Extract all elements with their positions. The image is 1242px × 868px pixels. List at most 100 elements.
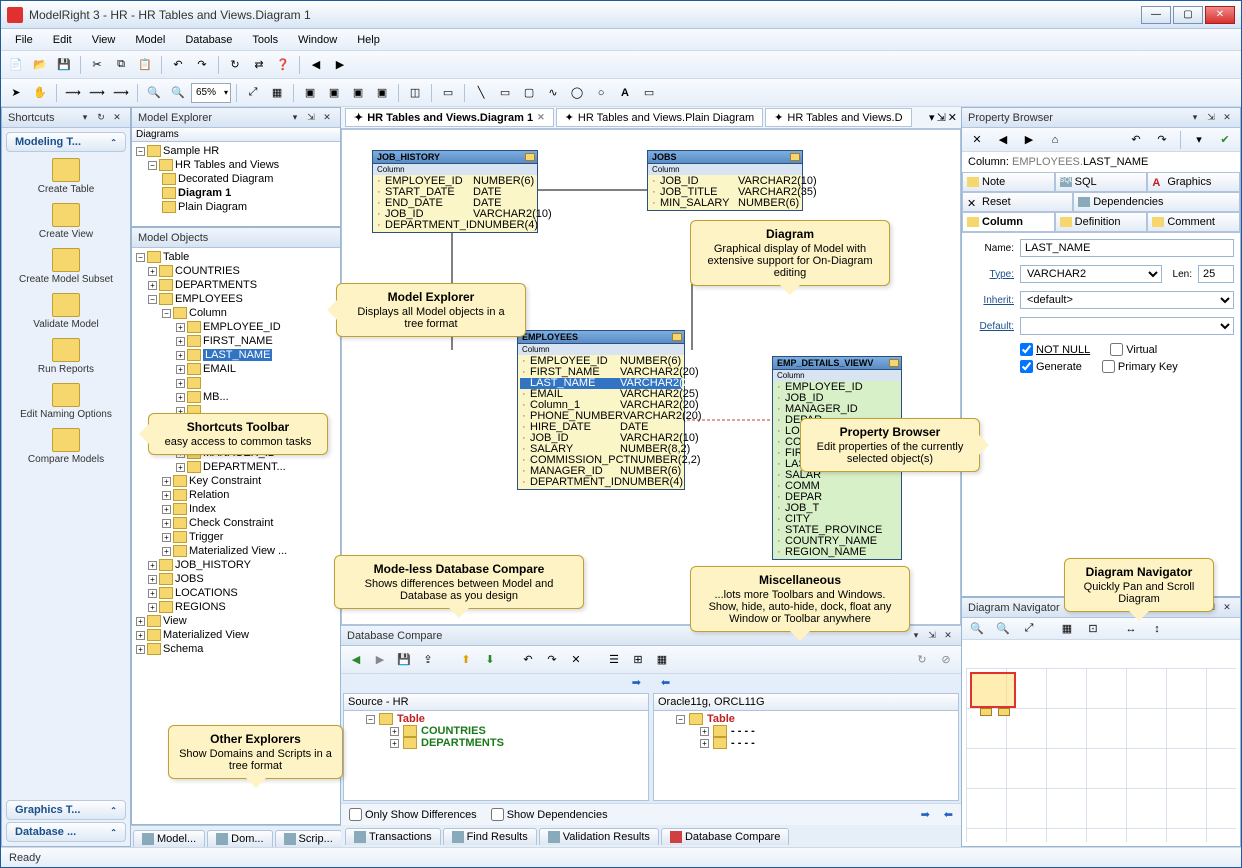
close-icon[interactable]: ✕ bbox=[537, 112, 545, 123]
shortcut-item[interactable]: Compare Models bbox=[6, 424, 126, 469]
shortcuts-cat-database[interactable]: Database ... bbox=[6, 822, 126, 842]
tree-node[interactable]: +View bbox=[134, 614, 338, 628]
text-icon[interactable]: A bbox=[614, 82, 636, 104]
layer-front-icon[interactable]: ▣ bbox=[299, 82, 321, 104]
tree-node[interactable]: +DEPARTMENT... bbox=[134, 460, 338, 474]
center-icon[interactable]: ⊡ bbox=[1082, 618, 1104, 640]
tab-scripts[interactable]: Scrip... bbox=[275, 830, 342, 847]
tree-node[interactable]: +FIRST_NAME bbox=[134, 334, 338, 348]
maximize-button[interactable]: ▢ bbox=[1173, 6, 1203, 24]
pin-icon[interactable]: ⇲ bbox=[304, 111, 318, 125]
pointer-icon[interactable]: ➤ bbox=[5, 82, 27, 104]
tree-node[interactable]: +Materialized View bbox=[134, 628, 338, 642]
arrow-left-icon[interactable]: ⬅ bbox=[661, 676, 670, 689]
len-input[interactable] bbox=[1198, 265, 1234, 283]
menu-help[interactable]: Help bbox=[347, 32, 390, 48]
grid-icon[interactable]: ▦ bbox=[1056, 618, 1078, 640]
line-icon[interactable]: ╲ bbox=[470, 82, 492, 104]
entity-jobs[interactable]: JOBSColumnJOB_IDVARCHAR2(10)JOB_TITLEVAR… bbox=[647, 150, 803, 211]
type-select[interactable]: VARCHAR2 bbox=[1020, 265, 1162, 283]
tree-node[interactable]: +Index bbox=[134, 502, 338, 516]
zoom-combo[interactable]: 65% bbox=[191, 83, 231, 103]
shortcuts-cat-graphics[interactable]: Graphics T... bbox=[6, 800, 126, 820]
shortcut-item[interactable]: Create Model Subset bbox=[6, 244, 126, 289]
diagram-canvas[interactable]: JOB_HISTORYColumnEMPLOYEE_IDNUMBER(6)STA… bbox=[341, 129, 961, 625]
redo-icon[interactable]: ↷ bbox=[1151, 129, 1173, 151]
circle-icon[interactable]: ○ bbox=[590, 82, 612, 104]
arrow-right-icon[interactable]: ➡ bbox=[921, 808, 930, 821]
tree-node[interactable]: +EMAIL bbox=[134, 362, 338, 376]
nav-forward-icon[interactable]: ▶ bbox=[371, 651, 389, 669]
export-icon[interactable]: ⇪ bbox=[419, 651, 437, 669]
paste-icon[interactable]: 📋 bbox=[134, 54, 156, 76]
tree-node[interactable]: +Check Constraint bbox=[134, 516, 338, 530]
zoom-in-icon[interactable]: 🔍 bbox=[966, 618, 988, 640]
shortcut-item[interactable]: Create View bbox=[6, 199, 126, 244]
close-icon[interactable]: ✕ bbox=[1220, 111, 1234, 125]
save-icon[interactable]: 💾 bbox=[53, 54, 75, 76]
tree-node[interactable]: +Trigger bbox=[134, 530, 338, 544]
palette-icon[interactable]: ▭ bbox=[437, 82, 459, 104]
tree-diagram[interactable]: Plain Diagram bbox=[134, 200, 338, 214]
layer-up-icon[interactable]: ▣ bbox=[347, 82, 369, 104]
reverse-icon[interactable]: ⇄ bbox=[248, 54, 270, 76]
diagram-tab[interactable]: ✦HR Tables and Views.Plain Diagram bbox=[556, 108, 764, 127]
grid-icon[interactable]: ▦ bbox=[266, 82, 288, 104]
menu-file[interactable]: File bbox=[5, 32, 43, 48]
chevron-down-icon[interactable]: ▾ bbox=[909, 629, 923, 643]
prop-tab-definition[interactable]: Definition bbox=[1055, 212, 1148, 232]
tree-node[interactable]: +Key Constraint bbox=[134, 474, 338, 488]
zoom-in-icon[interactable]: 🔍 bbox=[143, 82, 165, 104]
shortcut-item[interactable]: Run Reports bbox=[6, 334, 126, 379]
entity-job_history[interactable]: JOB_HISTORYColumnEMPLOYEE_IDNUMBER(6)STA… bbox=[372, 150, 538, 233]
zoom-out-icon[interactable]: 🔍 bbox=[992, 618, 1014, 640]
tab-transactions[interactable]: Transactions bbox=[345, 828, 441, 845]
redo-icon[interactable]: ↷ bbox=[543, 651, 561, 669]
image-icon[interactable]: ▭ bbox=[638, 82, 660, 104]
diagram-tab[interactable]: ✦HR Tables and Views.D bbox=[765, 108, 911, 127]
cmp-row[interactable]: +DEPARTMENTS bbox=[348, 737, 644, 749]
tree-node[interactable]: +Materialized View ... bbox=[134, 544, 338, 558]
tree-diagram[interactable]: Diagram 1 bbox=[134, 186, 338, 200]
rect-icon[interactable]: ▭ bbox=[494, 82, 516, 104]
relation2-icon[interactable]: ⟿ bbox=[86, 82, 108, 104]
inherit-label[interactable]: Inherit: bbox=[968, 295, 1014, 306]
chevron-down-icon[interactable]: ▾ bbox=[1188, 129, 1210, 151]
pk-checkbox[interactable]: Primary Key bbox=[1102, 360, 1178, 373]
apply-icon[interactable]: ✔ bbox=[1214, 129, 1236, 151]
tree-node[interactable]: + bbox=[134, 376, 338, 390]
tree-node[interactable]: +Schema bbox=[134, 642, 338, 656]
import-up-icon[interactable]: ⬆ bbox=[457, 651, 475, 669]
close-icon[interactable]: ✕ bbox=[1220, 601, 1234, 615]
tree-node[interactable]: +JOBS bbox=[134, 572, 338, 586]
cmp-row[interactable]: −Table bbox=[658, 713, 954, 725]
close-icon[interactable]: ✕ bbox=[941, 629, 955, 643]
prop-tab-graphics[interactable]: AGraphics bbox=[1147, 172, 1240, 192]
polyline-icon[interactable]: ∿ bbox=[542, 82, 564, 104]
undo-icon[interactable]: ↶ bbox=[519, 651, 537, 669]
cmp-row[interactable]: +- - - - bbox=[658, 737, 954, 749]
prop-tab-comment[interactable]: Comment bbox=[1147, 212, 1240, 232]
close-icon[interactable]: ✕ bbox=[320, 111, 334, 125]
new-icon[interactable]: 📄 bbox=[5, 54, 27, 76]
redo-icon[interactable]: ↷ bbox=[191, 54, 213, 76]
menu-model[interactable]: Model bbox=[125, 32, 175, 48]
tab-validation-results[interactable]: Validation Results bbox=[539, 828, 659, 845]
arrow-right-icon[interactable]: ➡ bbox=[632, 676, 641, 689]
tree-node[interactable]: −EMPLOYEES bbox=[134, 292, 338, 306]
nav-back-icon[interactable]: ◀ bbox=[347, 651, 365, 669]
cube-icon[interactable]: ◫ bbox=[404, 82, 426, 104]
tree-node[interactable]: +EMPLOYEE_ID bbox=[134, 320, 338, 334]
menu-tools[interactable]: Tools bbox=[242, 32, 288, 48]
menu-window[interactable]: Window bbox=[288, 32, 347, 48]
tab-domain[interactable]: Dom... bbox=[207, 830, 272, 847]
close-icon[interactable]: ✕ bbox=[110, 111, 124, 125]
prop-tab-dependencies[interactable]: Dependencies bbox=[1073, 192, 1240, 212]
zoom-out-icon[interactable]: 🔍 bbox=[167, 82, 189, 104]
refresh-icon[interactable]: ↻ bbox=[224, 54, 246, 76]
virtual-checkbox[interactable]: Virtual bbox=[1110, 343, 1157, 356]
minimize-button[interactable]: — bbox=[1141, 6, 1171, 24]
cmp-row[interactable]: +- - - - bbox=[658, 725, 954, 737]
shortcut-item[interactable]: Edit Naming Options bbox=[6, 379, 126, 424]
menu-view[interactable]: View bbox=[82, 32, 126, 48]
